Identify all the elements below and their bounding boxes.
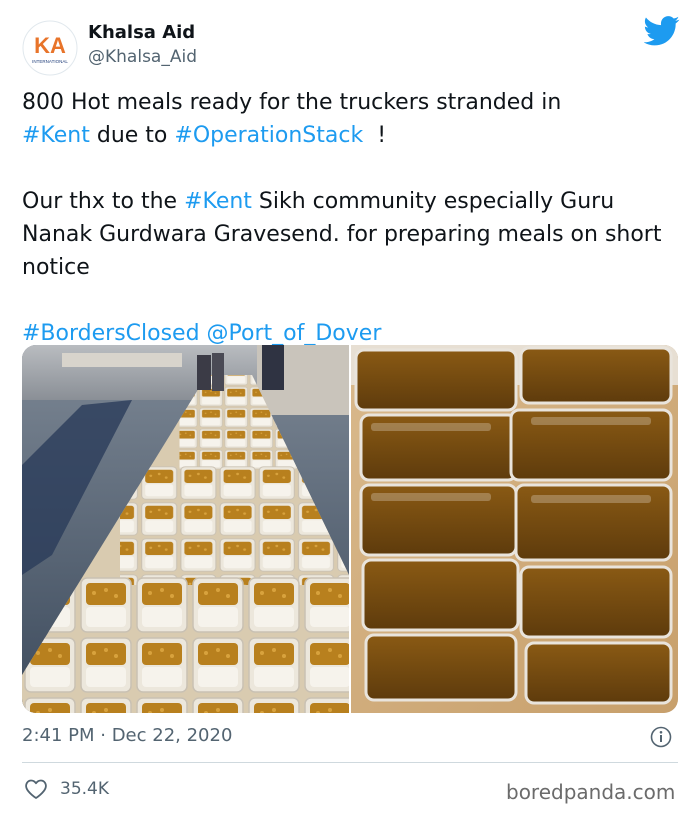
- avatar-logo-text: KA: [34, 33, 66, 58]
- hashtag-bordersclosed[interactable]: #BordersClosed: [22, 321, 200, 346]
- tweet-card: KA INTERNATIONAL Khalsa Aid @Khalsa_Aid …: [0, 0, 700, 816]
- mention-port-of-dover[interactable]: @Port_of_Dover: [207, 321, 382, 346]
- tweet-text-line1: 800 Hot meals ready for the truckers str…: [22, 90, 562, 115]
- author-handle[interactable]: @Khalsa_Aid: [88, 46, 197, 68]
- tweet-text-exclaim: !: [363, 123, 387, 148]
- heart-icon[interactable]: [24, 778, 48, 800]
- tweet-paragraph-2: Our thx to the #Kent Sikh community espe…: [22, 185, 687, 284]
- hashtag-operationstack[interactable]: #OperationStack: [174, 123, 363, 148]
- twitter-bird-icon[interactable]: [644, 16, 680, 46]
- avatar[interactable]: KA INTERNATIONAL: [22, 20, 78, 76]
- tweet-text-thanks: Our thx to the: [22, 189, 185, 214]
- hashtag-kent[interactable]: #Kent: [22, 123, 90, 148]
- tweet-paragraph-1: 800 Hot meals ready for the truckers str…: [22, 86, 687, 152]
- tweet-media: [22, 345, 678, 713]
- tweet-text-due-to: due to: [89, 123, 175, 148]
- watermark: boredpanda.com: [506, 780, 676, 804]
- info-icon[interactable]: [650, 726, 672, 748]
- footer-divider: [22, 762, 678, 763]
- like-count[interactable]: 35.4K: [60, 777, 109, 801]
- container-stack-left: [354, 348, 520, 702]
- author-name[interactable]: Khalsa Aid: [88, 22, 195, 44]
- stacked-containers-photo[interactable]: [351, 345, 678, 713]
- svg-text:INTERNATIONAL: INTERNATIONAL: [32, 59, 68, 64]
- tweet-text: 800 Hot meals ready for the truckers str…: [22, 86, 687, 350]
- tweet-timestamp[interactable]: 2:41 PM · Dec 22, 2020: [22, 724, 232, 748]
- container-stack-right: [509, 346, 673, 705]
- hashtag-kent-2[interactable]: #Kent: [184, 189, 252, 214]
- meal-trays-rows-photo[interactable]: [22, 345, 349, 713]
